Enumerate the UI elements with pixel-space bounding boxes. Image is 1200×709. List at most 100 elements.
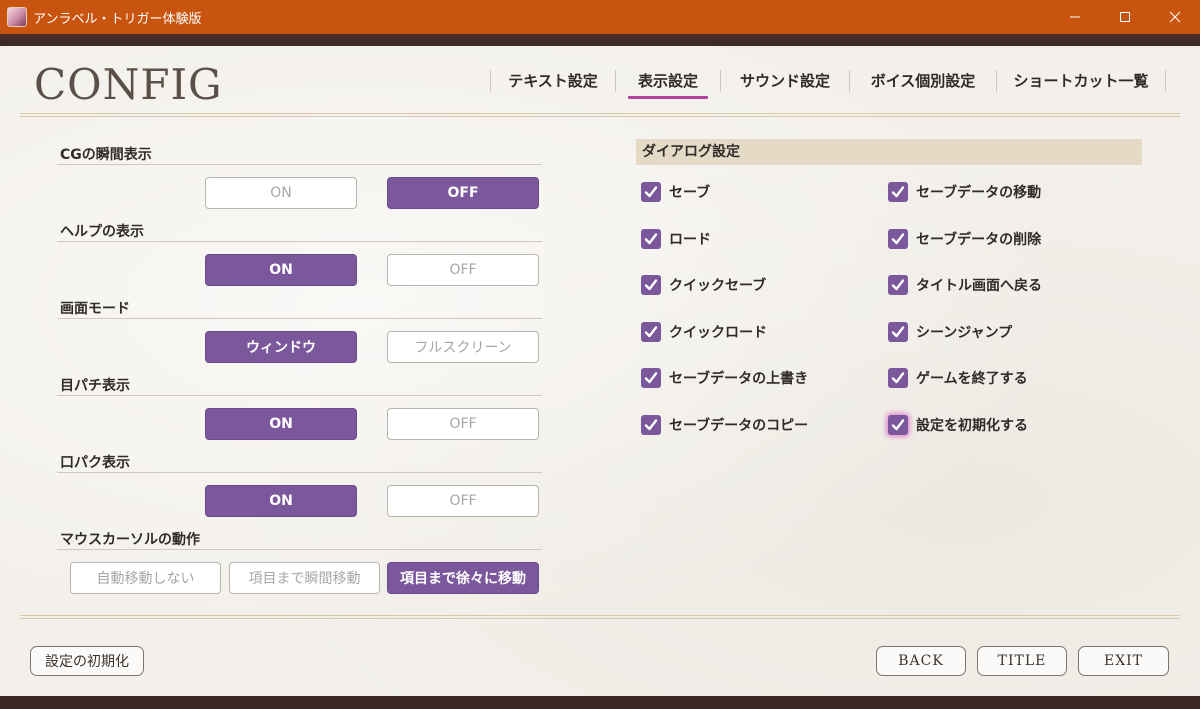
checkbox[interactable] [641,228,661,249]
dialog-settings-header: ダイアログ設定 [636,139,1142,165]
setting-divider [57,241,542,242]
cursor-no-auto-move-button[interactable]: 自動移動しない [70,562,221,594]
dialog-option-row[interactable]: セーブデータの上書き [641,368,808,388]
checkbox-label: シーンジャンプ [916,324,1013,341]
dialog-option-row[interactable]: シーンジャンプ [888,321,1013,342]
dialog-option-row[interactable]: セーブデータの移動 [888,182,1041,202]
lip-sync-off-button[interactable]: OFF [387,485,539,517]
checkbox-label: タイトル画面へ戻る [916,278,1042,294]
reset-settings-button[interactable]: 設定の初期化 [30,646,144,676]
footer-divider [20,618,1180,619]
setting-divider [57,318,542,319]
tab-voice-settings[interactable]: ボイス個別設定 [850,68,996,94]
app-icon [7,7,27,27]
tab-display-settings[interactable]: 表示設定 [616,68,720,99]
config-panel: CONFIG テキスト設定 表示設定 サウンド設定 ボイス個別設定 ショートカッ… [0,46,1200,696]
setting-label-lip-sync: 口パク表示 [60,455,130,471]
setting-label-help: ヘルプの表示 [60,224,144,240]
checkbox-label: セーブデータの移動 [916,185,1042,201]
back-button[interactable]: BACK [876,646,966,676]
checkmark-icon [891,186,905,198]
checkbox[interactable] [888,228,908,249]
setting-label-cg-instant: CGの瞬間表示 [60,147,152,163]
help-off-button[interactable]: OFF [387,254,539,286]
cg-instant-off-button[interactable]: OFF [387,177,539,209]
checkbox[interactable] [641,321,661,342]
checkmark-icon [644,418,658,430]
minimize-button[interactable] [1050,0,1100,34]
footer-divider [20,615,1180,616]
checkbox-label: 設定を初期化する [916,417,1028,434]
checkmark-icon [644,279,658,291]
tab-shortcut-list[interactable]: ショートカット一覧 [997,68,1165,94]
cursor-gradual-move-button[interactable]: 項目まで徐々に移動 [387,562,539,594]
eye-blink-off-button[interactable]: OFF [387,408,539,440]
checkbox[interactable] [641,414,661,435]
checkbox-label: セーブデータのコピー [669,417,809,434]
dialog-option-row[interactable]: タイトル画面へ戻る [888,275,1042,295]
eye-blink-on-button[interactable]: ON [205,408,357,440]
dialog-option-row[interactable]: 設定を初期化する [888,414,1028,435]
header-divider [20,116,1180,117]
help-on-button[interactable]: ON [205,254,357,286]
checkbox[interactable] [888,414,908,435]
checkbox-label: ゲームを終了する [916,371,1028,387]
tab-sound-settings[interactable]: サウンド設定 [721,68,849,94]
dialog-option-row[interactable]: クイックロード [641,321,767,342]
maximize-button[interactable] [1100,0,1150,34]
checkbox-label: ロード [669,231,711,248]
checkmark-icon [891,418,905,430]
dialog-option-row[interactable]: クイックセーブ [641,275,766,295]
checkmark-icon [891,325,905,337]
checkbox[interactable] [641,275,661,295]
checkbox-label: セーブ [669,185,711,201]
checkmark-icon [644,186,658,198]
close-button[interactable] [1150,0,1200,34]
checkmark-icon [891,279,905,291]
tab-text-settings[interactable]: テキスト設定 [491,68,615,94]
window-titlebar: アンラベル・トリガー体験版 [0,0,1200,34]
exit-button[interactable]: EXIT [1078,646,1169,676]
minimize-icon [1070,16,1080,18]
window-title: アンラベル・トリガー体験版 [33,11,202,27]
checkbox[interactable] [641,182,661,202]
window-controls [1050,0,1200,34]
dialog-option-row[interactable]: セーブ [641,182,710,202]
setting-label-eye-blink: 目パチ表示 [60,378,130,394]
checkbox[interactable] [888,368,908,388]
checkmark-icon [891,232,905,244]
checkbox-label: セーブデータの削除 [916,231,1042,248]
checkbox[interactable] [888,275,908,295]
tab-separator [1165,70,1166,92]
fullscreen-mode-button[interactable]: フルスクリーン [387,331,539,363]
checkbox[interactable] [641,368,661,388]
checkbox[interactable] [888,182,908,202]
lip-sync-on-button[interactable]: ON [205,485,357,517]
setting-label-screen-mode: 画面モード [60,301,130,317]
maximize-icon [1120,12,1130,22]
cursor-instant-move-button[interactable]: 項目まで瞬間移動 [229,562,380,594]
title-button[interactable]: TITLE [977,646,1067,676]
checkmark-icon [644,372,658,384]
checkbox-label: クイックセーブ [669,278,767,294]
setting-divider [57,164,542,165]
top-frame-strip [0,34,1200,46]
setting-label-mouse-cursor: マウスカーソルの動作 [60,532,200,548]
dialog-option-row[interactable]: ロード [641,228,711,249]
checkmark-icon [891,372,905,384]
cg-instant-on-button[interactable]: ON [205,177,357,209]
dialog-option-row[interactable]: セーブデータの削除 [888,228,1042,249]
dialog-option-row[interactable]: ゲームを終了する [888,368,1028,388]
checkbox-label: クイックロード [669,324,767,341]
setting-divider [57,472,542,473]
page-title: CONFIG [34,60,223,109]
window-mode-button[interactable]: ウィンドウ [205,331,357,363]
checkbox-label: セーブデータの上書き [669,371,809,387]
setting-divider [57,395,542,396]
setting-divider [57,549,542,550]
checkmark-icon [644,325,658,337]
tab-bar: テキスト設定 表示設定 サウンド設定 ボイス個別設定 ショートカット一覧 [490,68,1166,99]
header-divider [20,113,1180,114]
checkbox[interactable] [888,321,908,342]
dialog-option-row[interactable]: セーブデータのコピー [641,414,809,435]
